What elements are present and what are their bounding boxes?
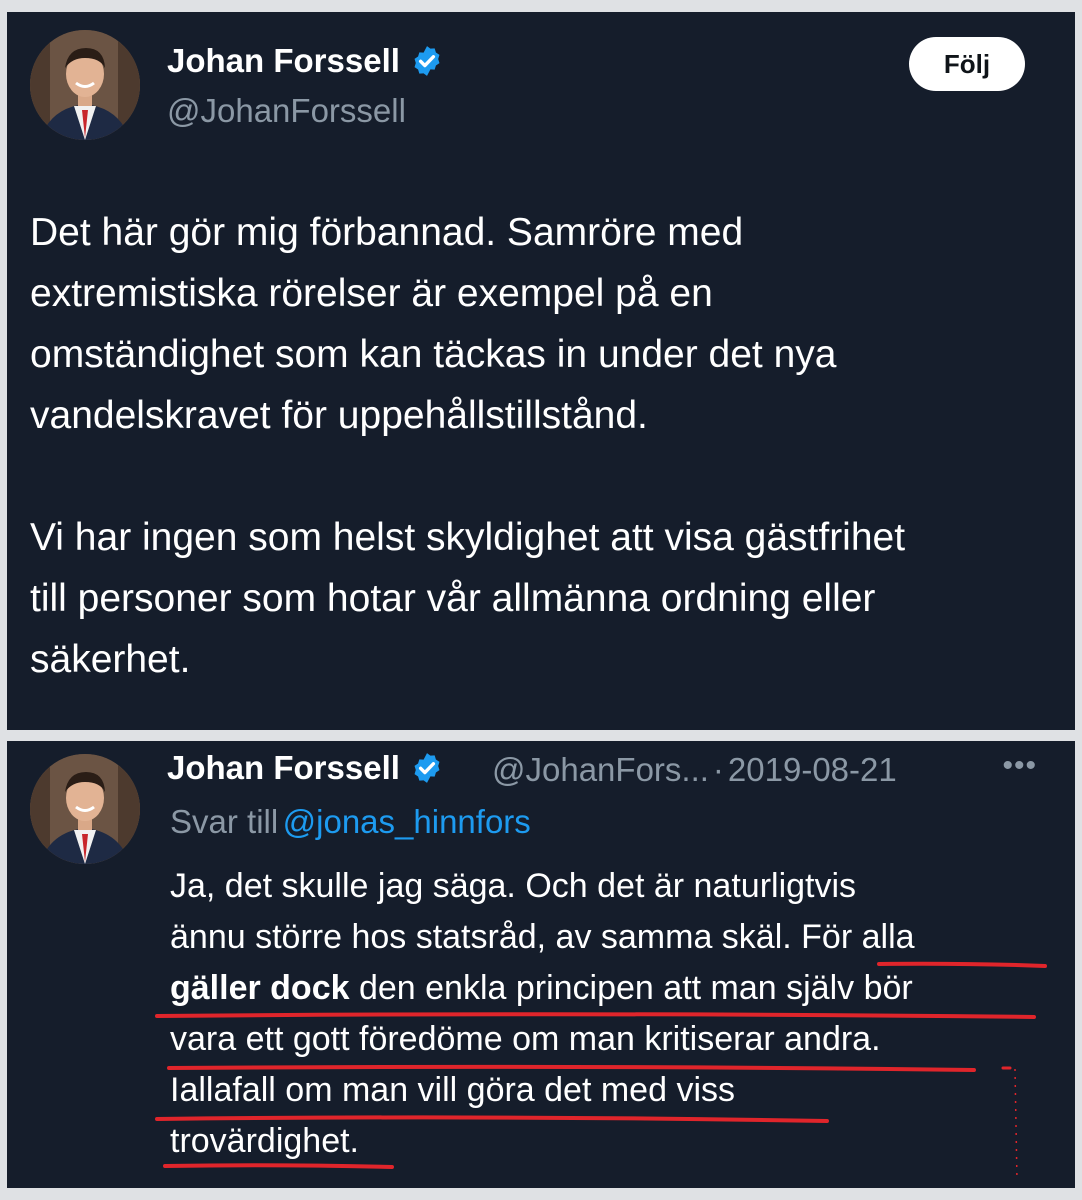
- tweet-line: vandelskravet för uppehållstillstånd.: [30, 394, 648, 437]
- avatar[interactable]: [30, 30, 140, 140]
- tweet-card-quoted: Johan Forssell @JohanFors... · 2019-08-2…: [7, 741, 1075, 1188]
- author-handle[interactable]: @JohanFors...: [492, 751, 709, 789]
- tweet-line: Vi har ingen som helst skyldighet att vi…: [30, 516, 906, 559]
- tweet-line: Ja, det skulle jag säga. Och det är natu…: [170, 867, 857, 905]
- author-handle[interactable]: @JohanForssell: [167, 92, 406, 130]
- tweet-meta: @JohanFors... · 2019-08-21: [492, 749, 897, 791]
- tweet-line: Iallafall om man vill göra det med viss: [170, 1071, 736, 1109]
- author-name-text: Johan Forssell: [167, 749, 400, 786]
- tweet-line: säkerhet.: [30, 638, 191, 681]
- reply-context: Svar till @jonas_hinnfors: [170, 803, 531, 841]
- tweet-paragraph: Vi har ingen som helst skyldighet att vi…: [30, 507, 905, 690]
- meta-separator: ·: [712, 751, 724, 788]
- tweet-line: gäller dock den enkla principen att man …: [170, 963, 915, 1014]
- follow-button[interactable]: Följ: [909, 37, 1025, 91]
- tweet-date[interactable]: 2019-08-21: [728, 751, 897, 789]
- avatar[interactable]: [30, 754, 140, 864]
- red-underline: [1014, 1068, 1018, 1182]
- tweet-line: till personer som hotar vår allmänna ord…: [30, 577, 876, 620]
- more-dots-icon[interactable]: •••: [1002, 749, 1037, 783]
- author-name[interactable]: Johan Forssell: [167, 749, 444, 787]
- author-name[interactable]: Johan Forssell: [167, 42, 444, 80]
- tweet-line: trovärdighet.: [170, 1122, 359, 1160]
- reply-prefix: Svar till: [170, 803, 279, 840]
- reply-to-link[interactable]: @jonas_hinnfors: [283, 803, 531, 840]
- verified-badge-icon: [410, 751, 444, 785]
- tweet-paragraph: Det här gör mig förbannad. Samröre med e…: [30, 202, 905, 446]
- tweet-card-main: Johan Forssell @JohanForssell Följ Det h…: [7, 12, 1075, 730]
- tweet-line: ännu större hos statsråd, av samma skäl.…: [170, 918, 915, 956]
- tweet-line: omständighet som kan täckas in under det…: [30, 333, 837, 376]
- tweet-line: Det här gör mig förbannad. Samröre med: [30, 211, 744, 254]
- tweet-text: Det här gör mig förbannad. Samröre med e…: [30, 202, 905, 690]
- bold-text: gäller dock: [170, 969, 350, 1007]
- tweet-text: Ja, det skulle jag säga. Och det är natu…: [170, 861, 915, 1167]
- verified-badge-icon: [410, 44, 444, 78]
- tweet-line-rest: den enkla principen att man själv bör: [349, 969, 913, 1007]
- tweet-line: vara ett gott föredöme om man kritiserar…: [170, 1020, 881, 1058]
- tweet-line: extremistiska rörelser är exempel på en: [30, 272, 713, 315]
- author-name-text: Johan Forssell: [167, 42, 400, 79]
